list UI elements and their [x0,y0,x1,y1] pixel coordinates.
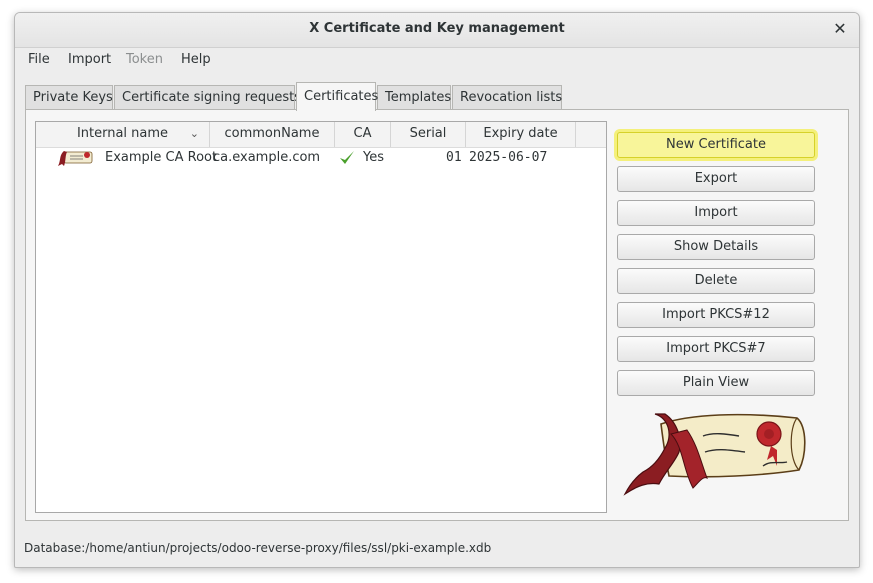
menu-help[interactable]: Help [181,52,211,67]
export-button[interactable]: Export [617,166,815,192]
status-bar: Database:/home/antiun/projects/odoo-reve… [24,541,492,555]
column-internal-name[interactable]: Internal name ⌄ [36,122,210,147]
column-ca[interactable]: CA [335,122,391,147]
title-bar: X Certificate and Key management ✕ [15,13,859,48]
import-pkcs7-button[interactable]: Import PKCS#7 [617,336,815,362]
cell-ca: Yes [363,150,384,165]
plain-view-button[interactable]: Plain View [617,370,815,396]
menu-file[interactable]: File [28,52,50,67]
cell-internal-name: Example CA Root [105,150,218,165]
action-buttons: New Certificate Export Import Show Detai… [617,121,833,513]
certificate-scroll-logo [621,406,811,498]
menu-import[interactable]: Import [68,52,111,67]
column-common-name[interactable]: commonName [210,122,335,147]
cell-common-name: ca.example.com [213,150,321,165]
tab-certificate-signing-requests[interactable]: Certificate signing requests [114,85,301,109]
certificate-icon [56,149,96,169]
table-header: Internal name ⌄ commonName CA Serial Exp… [36,122,606,148]
tab-certificates[interactable]: Certificates [296,82,378,111]
column-expiry-date[interactable]: Expiry date [466,122,576,147]
tab-private-keys[interactable]: Private Keys [25,85,113,109]
import-pkcs12-button[interactable]: Import PKCS#12 [617,302,815,328]
cell-serial: 01 [446,150,462,165]
checkmark-icon [338,149,356,169]
certificate-table[interactable]: Internal name ⌄ commonName CA Serial Exp… [35,121,607,513]
column-label: Internal name [76,126,169,141]
table-row[interactable]: Example CA Root ca.example.com Yes 01 20… [36,148,606,168]
close-icon[interactable]: ✕ [831,20,849,38]
new-certificate-button[interactable]: New Certificate [617,132,815,158]
tab-templates[interactable]: Templates [377,85,451,109]
menu-token: Token [126,52,163,67]
tab-revocation-lists[interactable]: Revocation lists [452,85,562,109]
certificates-panel: Internal name ⌄ commonName CA Serial Exp… [25,109,849,521]
main-window: X Certificate and Key management ✕ File … [14,12,860,568]
menu-bar: File Import Token Help [15,47,859,73]
import-button[interactable]: Import [617,200,815,226]
chevron-down-icon: ⌄ [189,127,199,140]
show-details-button[interactable]: Show Details [617,234,815,260]
delete-button[interactable]: Delete [617,268,815,294]
column-serial[interactable]: Serial [391,122,466,147]
window-title: X Certificate and Key management [309,21,565,36]
cell-expiry-date: 2025-06-07 [469,150,548,165]
